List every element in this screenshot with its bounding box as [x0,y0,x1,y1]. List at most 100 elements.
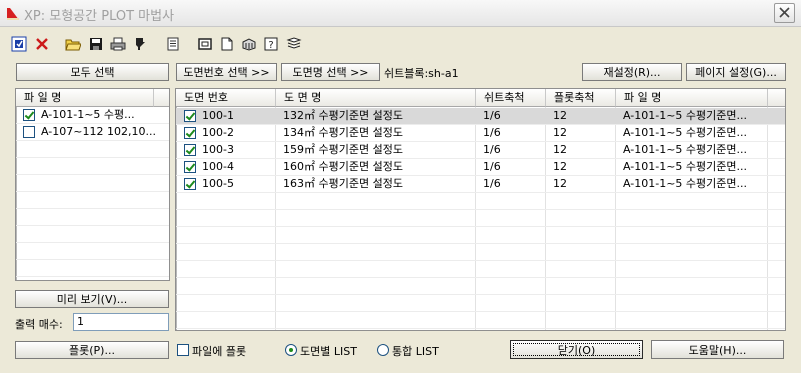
table-cell: A-101-1~5 수평기준면... [623,126,748,139]
table-cell: 100-5 [202,177,234,190]
table-row[interactable]: 100-1 132㎡ 수평기준면 설정도 1/6 12 A-101-1~5 수평기준면.… [176,108,785,125]
select-by-number-button[interactable]: 도면번호 선택 >> [176,63,277,81]
document-list-icon[interactable] [164,35,182,52]
file-list[interactable]: 파 일 명 A-101-1~5 수평... A-107~112 102,10... [15,88,170,281]
row-checkbox[interactable] [184,110,196,122]
plot-button[interactable]: 플롯(P)... [15,341,169,359]
delete-icon[interactable] [33,35,51,52]
table-cell: 1/6 [483,177,501,190]
list-item[interactable]: A-101-1~5 수평... [16,107,169,124]
table-cell: A-101-1~5 수평기준면... [623,160,748,173]
list-item [16,192,169,209]
table-row[interactable]: 100-3 159㎡ 수평기준면 설정도 1/6 12 A-101-1~5 수평기준면.… [176,142,785,159]
window-title: XP: 모형공간 PLOT 마법사 [24,9,175,24]
row-checkbox[interactable] [184,178,196,190]
plot-to-file-checkbox[interactable] [177,344,189,356]
table-cell: 1/6 [483,109,501,122]
column-header[interactable]: 도 면 명 [276,89,476,107]
table-cell: 12 [553,143,567,156]
table-row [176,278,785,295]
file-checkbox[interactable] [23,126,35,138]
table-cell: 159㎡ 수평기준면 설정도 [283,143,403,156]
row-checkbox[interactable] [184,127,196,139]
table-row [176,210,785,227]
select-icon[interactable] [10,35,28,52]
page-marker-icon[interactable] [131,35,149,52]
list-item [16,141,169,158]
list-item [16,243,169,260]
close-icon [779,7,790,18]
table-cell: 1/6 [483,126,501,139]
column-header[interactable]: 플롯축척 [546,89,616,107]
help-page-icon[interactable]: ? [262,35,280,52]
layers-icon[interactable] [285,35,303,52]
title-bar: XP: 모형공간 PLOT 마법사 [0,0,801,27]
plot-to-file-label: 파일에 플롯 [192,345,247,358]
list-item [16,209,169,226]
table-row [176,295,785,312]
table-cell: A-101-1~5 수평기준면... [623,143,748,156]
table-cell: 134㎡ 수평기준면 설정도 [283,126,403,139]
table-cell: 163㎡ 수평기준면 설정도 [283,177,403,190]
table-cell: 12 [553,109,567,122]
column-header[interactable]: 파 일 명 [616,89,768,107]
list-item [16,226,169,243]
table-row [176,193,785,210]
list-item[interactable]: A-107~112 102,10... [16,124,169,141]
table-cell: 12 [553,177,567,190]
table-row [176,244,785,261]
sheet-block-label: 쉬트블록:sh-a1 [384,67,459,80]
per-sheet-list-radio[interactable] [285,344,297,356]
table-row [176,312,785,329]
list-item [16,175,169,192]
row-checkbox[interactable] [184,144,196,156]
file-list-header[interactable]: 파 일 명 [16,89,154,107]
drawing-table[interactable]: 도면 번호 도 면 명 쉬트축척 플롯축척 파 일 명 100-1 132㎡ 수평기준면 … [175,88,786,331]
table-row[interactable]: 100-5 163㎡ 수평기준면 설정도 1/6 12 A-101-1~5 수평기준면.… [176,176,785,193]
reset-button[interactable]: 재설정(R)... [582,63,682,81]
table-cell: 100-2 [202,126,234,139]
preview-button[interactable]: 미리 보기(V)... [15,290,169,308]
per-sheet-list-label: 도면별 LIST [300,345,357,358]
file-checkbox[interactable] [23,109,35,121]
blank-page-icon[interactable] [218,35,236,52]
page-setup-button[interactable]: 페이지 설정(G)... [686,63,786,81]
frame-icon[interactable] [196,35,214,52]
svg-text:?: ? [268,40,273,51]
table-cell: 160㎡ 수평기준면 설정도 [283,160,403,173]
app-icon [7,8,19,20]
table-cell: 100-3 [202,143,234,156]
column-header[interactable]: 쉬트축척 [476,89,546,107]
table-cell: 1/6 [483,160,501,173]
combined-list-radio[interactable] [377,344,389,356]
copies-label: 출력 매수: [15,318,63,331]
table-cell: 100-1 [202,109,234,122]
table-cell: A-101-1~5 수평기준면... [623,109,748,122]
list-item [16,158,169,175]
print-icon[interactable] [109,35,127,52]
table-cell: 12 [553,160,567,173]
select-all-button[interactable]: 모두 선택 [16,63,169,81]
table-cell: 132㎡ 수평기준면 설정도 [283,109,403,122]
column-header[interactable]: 도면 번호 [176,89,276,107]
open-folder-icon[interactable] [64,35,82,52]
help-button[interactable]: 도움말(H)... [651,340,784,359]
select-by-name-button[interactable]: 도면명 선택 >> [281,63,380,81]
table-cell: A-101-1~5 수평기준면... [623,177,748,190]
stamp-icon[interactable] [240,35,258,52]
table-cell: 12 [553,126,567,139]
close-button[interactable] [774,3,795,23]
file-list-header-filler [154,89,169,107]
table-cell: 1/6 [483,143,501,156]
file-name: A-101-1~5 수평... [41,108,135,121]
table-row[interactable]: 100-4 160㎡ 수평기준면 설정도 1/6 12 A-101-1~5 수평기준면.… [176,159,785,176]
column-header-filler [768,89,785,107]
close-dialog-button[interactable]: 닫기(O) [510,340,643,359]
table-row[interactable]: 100-2 134㎡ 수평기준면 설정도 1/6 12 A-101-1~5 수평기준면.… [176,125,785,142]
table-row [176,261,785,278]
row-checkbox[interactable] [184,161,196,173]
save-icon[interactable] [87,35,105,52]
combined-list-label: 통합 LIST [392,345,439,358]
copies-input[interactable]: 1 [73,313,169,331]
file-name: A-107~112 102,10... [41,125,156,138]
